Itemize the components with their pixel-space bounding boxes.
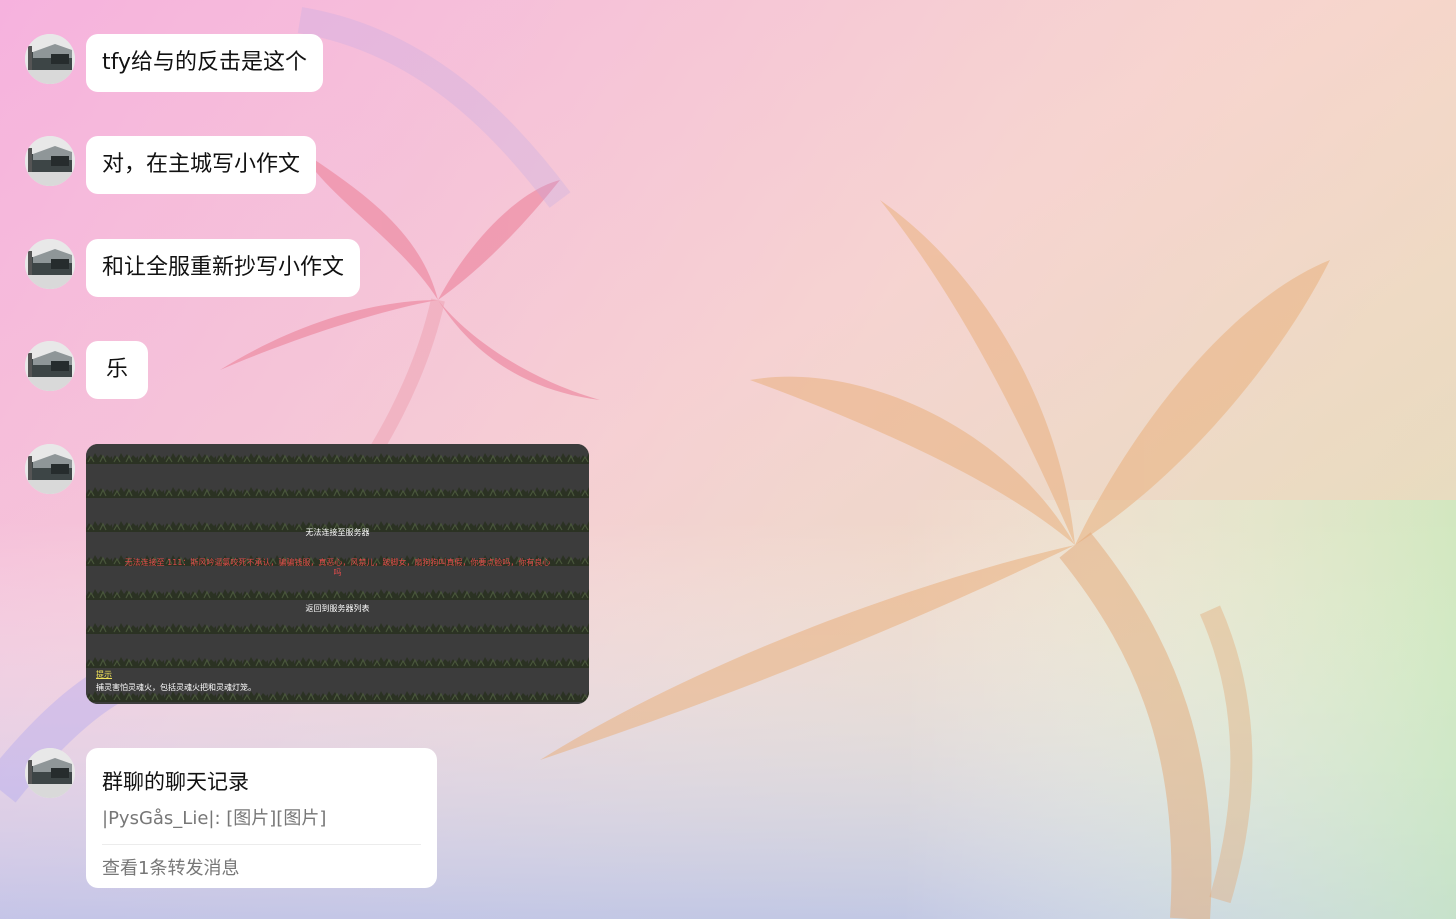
user-avatar-icon — [25, 444, 75, 494]
message-bubble[interactable]: tfy给与的反击是这个 — [86, 34, 324, 92]
sender-avatar[interactable] — [25, 136, 75, 186]
message-bubble[interactable]: 和让全服重新抄写小作文 — [86, 239, 361, 297]
user-avatar-icon — [25, 136, 75, 186]
user-avatar-icon — [25, 239, 75, 289]
sender-avatar[interactable] — [25, 748, 75, 798]
image-message[interactable]: 无法连接至服务器 无法连接至 111：斯风吟逼氯咬死不承认，骗骗钱服，真恶心，风… — [86, 444, 589, 704]
screenshot-tip-title: 提示 — [96, 670, 112, 679]
user-avatar-icon — [25, 748, 75, 798]
screenshot-back-button-label: 返回到服务器列表 — [305, 604, 370, 613]
user-avatar-icon — [25, 34, 75, 84]
screenshot-heading: 无法连接至服务器 — [305, 528, 370, 537]
screenshot-error-tail: 吗 — [333, 568, 342, 577]
forward-divider — [102, 844, 421, 845]
sender-avatar[interactable] — [25, 239, 75, 289]
forward-preview-line: |PysGås_Lie|: [图片][图片] — [102, 808, 327, 829]
view-forwarded-messages-link[interactable]: 查看1条转发消息 — [102, 854, 239, 880]
screenshot-tip-text: 捕灵害怕灵魂火，包括灵魂火把和灵魂灯笼。 — [96, 683, 256, 692]
message-bubble[interactable]: 对，在主城写小作文 — [86, 136, 317, 194]
sender-avatar[interactable] — [25, 444, 75, 494]
forwarded-chat-record-card[interactable]: 群聊的聊天记录 |PysGås_Lie|: [图片][图片] 查看1条转发消息 — [86, 748, 437, 888]
user-avatar-icon — [25, 341, 75, 391]
sender-avatar[interactable] — [25, 34, 75, 84]
chat-message-list: tfy给与的反击是这个 对，在主城写小作文 和让全服重新抄写小作文 乐 无法连接… — [0, 0, 1456, 919]
message-bubble[interactable]: 乐 — [86, 341, 149, 399]
sender-avatar[interactable] — [25, 341, 75, 391]
forward-title: 群聊的聊天记录 — [102, 770, 249, 794]
